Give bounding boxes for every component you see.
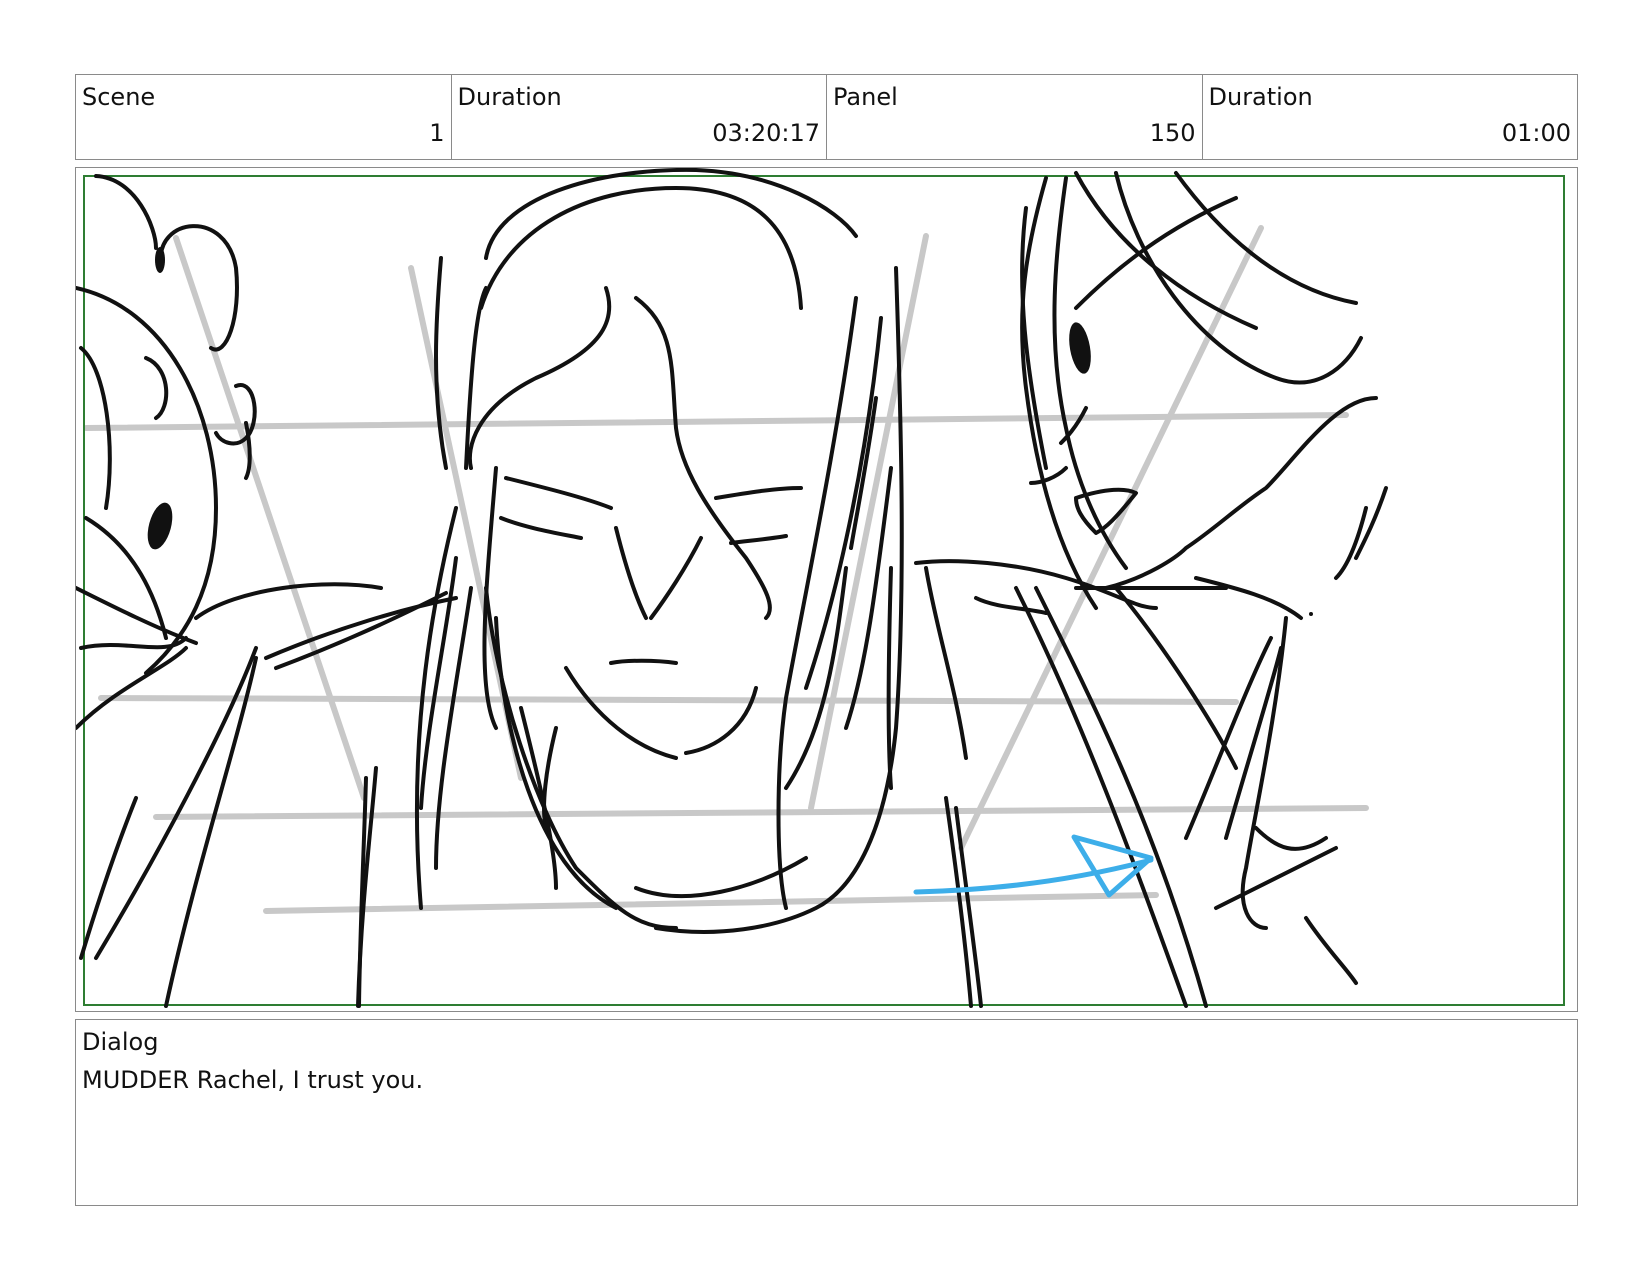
- dialog-label: Dialog: [82, 1028, 159, 1056]
- panel-cell: Panel 150: [827, 75, 1203, 159]
- panel-sketch-drawing: [76, 168, 1565, 1008]
- character-sketch-strokes: [76, 168, 1388, 1008]
- panel-number: 150: [1149, 119, 1196, 147]
- panel-duration-value: 01:00: [1501, 119, 1571, 147]
- dialog-box: Dialog MUDDER Rachel, I trust you.: [75, 1019, 1578, 1206]
- scene-label: Scene: [82, 83, 156, 111]
- scene-duration-label: Duration: [457, 83, 562, 111]
- scene-cell: Scene 1: [76, 75, 452, 159]
- perspective-guide-lines: [83, 225, 1369, 914]
- panel-duration-label: Duration: [1208, 83, 1313, 111]
- scene-duration-value: 03:20:17: [712, 119, 820, 147]
- storyboard-panel-image: [75, 167, 1578, 1012]
- dialog-text: MUDDER Rachel, I trust you.: [82, 1066, 424, 1094]
- panel-info-header: Scene 1 Duration 03:20:17 Panel 150 Dura…: [75, 74, 1578, 160]
- panel-label: Panel: [833, 83, 898, 111]
- panel-duration-cell: Duration 01:00: [1203, 75, 1578, 159]
- scene-number: 1: [429, 119, 445, 147]
- scene-duration-cell: Duration 03:20:17: [452, 75, 827, 159]
- sketch-filled-marks: [147, 247, 1313, 616]
